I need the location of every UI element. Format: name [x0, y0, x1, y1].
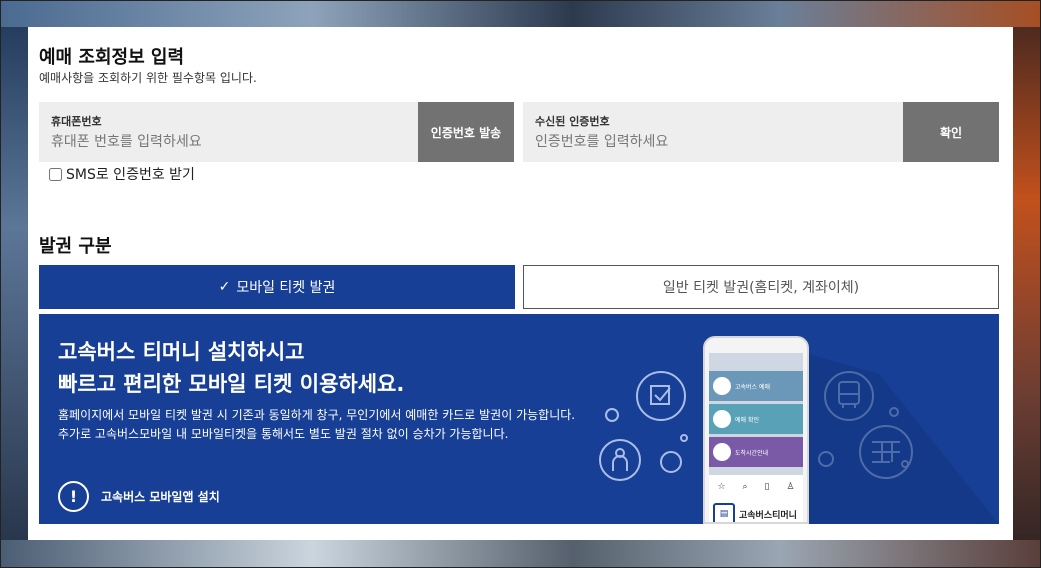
person-circle-icon [599, 439, 641, 481]
inquiry-panel: 예매 조회정보 입력 예매사항을 조회하기 위한 필수항목 입니다. 휴대폰번호… [28, 27, 1013, 540]
person-icon: ♙ [786, 482, 795, 492]
check-icon: ✓ [218, 279, 231, 295]
tab-mobile-ticket[interactable]: ✓ 모바일 티켓 발권 [39, 265, 515, 309]
form-subtitle: 예매사항을 조회하기 위한 필수항목 입니다. [39, 71, 257, 85]
mobile-app-banner: 고속버스 티머니 설치하시고 빠르고 편리한 모바일 티켓 이용하세요. 홈페이… [39, 314, 999, 524]
confirm-button[interactable]: 확인 [903, 102, 999, 162]
phone-row: 예매 확인 [709, 404, 803, 434]
code-field[interactable]: 수신된 인증번호 [523, 102, 903, 162]
star-icon: ☆ [717, 482, 726, 492]
phone-app-name: 고속버스티머니 [739, 510, 797, 521]
app-bus-icon: ▤ [713, 503, 735, 522]
check-circle-icon [636, 371, 686, 421]
check-icon [713, 410, 731, 428]
issue-section-title: 발권 구분 [39, 236, 112, 257]
phone-row-label: 고속버스 예매 [735, 383, 771, 391]
search-icon: ⌕ [742, 482, 748, 492]
send-code-button[interactable]: 인증번호 발송 [418, 102, 514, 162]
sms-checkbox[interactable] [49, 167, 62, 181]
small-circle-icon [660, 451, 682, 473]
bus-icon [713, 443, 731, 461]
phone-row: 도착시간안내 [709, 437, 803, 467]
phone-icon-bar: ☆ ⌕ ▯ ♙ [709, 475, 803, 499]
phone-row-label: 예매 확인 [735, 416, 759, 424]
phone-label: 휴대폰번호 [51, 115, 102, 128]
tab-mobile-label: 모바일 티켓 발권 [236, 280, 336, 296]
form-title: 예매 조회정보 입력 [39, 47, 185, 68]
phone-screen: 고속버스 예매 예매 확인 도착시간안내 ☆ ⌕ ▯ ♙ ▤ 고속버스티머니 [709, 353, 803, 522]
phone-row: 고속버스 예매 [709, 371, 803, 401]
tab-general-label: 일반 티켓 발권(홈티켓, 계좌이체) [662, 280, 860, 296]
bus-icon [713, 377, 731, 395]
phone-field[interactable]: 휴대폰번호 [39, 102, 418, 162]
sms-option[interactable]: SMS로 인증번호 받기 [49, 164, 195, 184]
code-input[interactable] [535, 131, 875, 153]
code-label: 수신된 인증번호 [535, 115, 610, 128]
small-circle-icon [605, 408, 619, 422]
tab-general-ticket[interactable]: 일반 티켓 발권(홈티켓, 계좌이체) [523, 265, 999, 309]
phone-row-label: 도착시간안내 [735, 449, 769, 457]
small-circle-icon [680, 434, 688, 442]
phone-input[interactable] [51, 131, 391, 153]
sms-checkbox-label: SMS로 인증번호 받기 [66, 167, 195, 183]
phone-app-bar: ▤ 고속버스티머니 [709, 499, 803, 522]
phone-mockup: 고속버스 예매 예매 확인 도착시간안내 ☆ ⌕ ▯ ♙ ▤ 고속버스티머니 [703, 336, 809, 524]
book-icon: ▯ [764, 482, 770, 492]
decorative-icons [599, 354, 999, 524]
